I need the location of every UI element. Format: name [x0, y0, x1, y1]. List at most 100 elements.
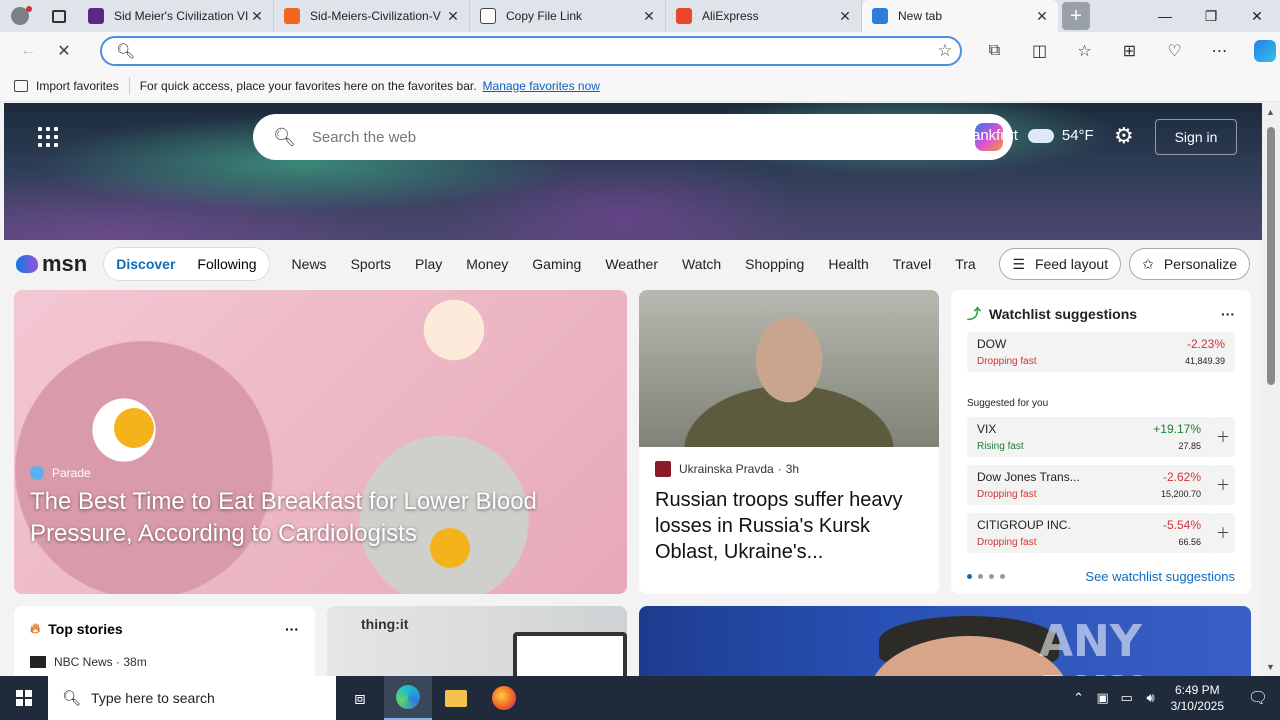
tab-following[interactable]: Following — [197, 256, 256, 272]
browser-tab[interactable]: Copy File Link ✕ — [470, 0, 666, 32]
device-icon[interactable]: ▣ — [1091, 690, 1115, 706]
side-story-card[interactable]: Ukrainska Pravda · 3h Russian troops suf… — [639, 290, 939, 594]
browser-tab[interactable]: AliExpress ✕ — [666, 0, 862, 32]
sign-in-button[interactable]: Sign in — [1155, 119, 1237, 155]
address-bar[interactable]: 🔍︎ ☆ — [100, 36, 962, 66]
profile-button[interactable] — [0, 0, 40, 32]
favorites-bar-message: For quick access, place your favorites h… — [139, 78, 477, 93]
add-to-watchlist-button[interactable]: ＋ — [1211, 513, 1235, 553]
tab-label: Sid-Meiers-Civilization-V — [310, 9, 441, 23]
category-link[interactable]: News — [280, 256, 339, 272]
scroll-up-icon[interactable]: ▲ — [1266, 107, 1275, 117]
more-options-icon[interactable]: ··· — [285, 621, 299, 637]
new-tab-button[interactable]: + — [1062, 2, 1090, 30]
stock-status: Rising fast — [977, 441, 1024, 452]
taskbar-search-placeholder: Type here to search — [91, 690, 215, 706]
volume-icon[interactable]: 🔊︎ — [1139, 690, 1163, 706]
taskbar-search[interactable]: 🔍︎ Type here to search — [48, 676, 336, 720]
import-favorites-button[interactable]: Import favorites — [0, 76, 130, 95]
browser-tab[interactable]: Sid-Meiers-Civilization-V ✕ — [274, 0, 470, 32]
split-screen-icon[interactable]: ◫ — [1017, 35, 1062, 67]
category-link[interactable]: Health — [816, 256, 880, 272]
feed-tabs: Discover Following — [103, 247, 270, 281]
feed-layout-button[interactable]: ☰ Feed layout — [999, 248, 1122, 280]
tab-discover[interactable]: Discover — [116, 256, 175, 272]
stock-card[interactable]: CITIGROUP INC. Dropping fast -5.54% 66.56 — [967, 513, 1211, 553]
top-stories-header: 🔥︎ Top stories ··· — [30, 620, 299, 637]
notification-center-icon[interactable]: 🗨︎ — [1236, 688, 1280, 708]
start-button[interactable] — [0, 676, 48, 720]
browser-essentials-icon[interactable]: ♡ — [1152, 35, 1197, 67]
category-link[interactable]: Gaming — [520, 256, 593, 272]
stock-row-dow[interactable]: DOW Dropping fast -2.23% 41,849.39 — [967, 332, 1235, 372]
category-link[interactable]: Tra — [943, 256, 987, 272]
close-tab-icon[interactable]: ✕ — [1034, 8, 1050, 25]
chevron-up-icon[interactable]: ⌃ — [1067, 690, 1091, 706]
scroll-down-icon[interactable]: ▼ — [1266, 662, 1275, 672]
personalize-button[interactable]: ✩ Personalize — [1129, 248, 1250, 280]
category-link[interactable]: Sports — [339, 256, 403, 272]
close-tab-icon[interactable]: ✕ — [641, 8, 657, 25]
promo-card[interactable]: thing:it — [327, 606, 627, 676]
video-story-card[interactable]: ANY RUN — [639, 606, 1251, 676]
add-to-watchlist-button[interactable]: ＋ — [1211, 465, 1235, 505]
tab-favicon-icon — [872, 8, 888, 24]
story-headline[interactable]: The Best Time to Eat Breakfast for Lower… — [30, 486, 610, 550]
network-icon[interactable]: ▭ — [1115, 690, 1139, 706]
clock[interactable]: 6:49 PM 3/10/2025 — [1171, 682, 1224, 714]
close-tab-icon[interactable]: ✕ — [837, 8, 853, 25]
category-link[interactable]: Weather — [593, 256, 670, 272]
browser-tab[interactable]: New tab ✕ — [862, 0, 1058, 32]
carousel-dots[interactable] — [967, 574, 1005, 579]
apps-launcher-icon[interactable] — [38, 127, 58, 147]
msn-logo[interactable]: msn — [16, 251, 87, 277]
suggested-stock-row[interactable]: VIX Rising fast +19.17% 27.85 ＋ — [967, 409, 1235, 457]
watchlist-card: ⤴ Watchlist suggestions ··· DOW Dropping… — [951, 290, 1251, 594]
tab-favicon-icon — [676, 8, 692, 24]
page-scrollbar[interactable]: ▲ ▼ — [1262, 103, 1280, 676]
copilot-icon[interactable] — [1242, 35, 1280, 67]
web-search-box[interactable]: 🔍︎ — [253, 114, 1013, 160]
category-link[interactable]: Money — [454, 256, 520, 272]
file-explorer-taskbar-button[interactable] — [432, 676, 480, 720]
suggested-stock-row[interactable]: Dow Jones Trans... Dropping fast -2.62% 15,… — [967, 457, 1235, 505]
navigation-bar: ← ✕ 🔍︎ ☆ ⧉ ◫ ☆ ⊞ ♡ ⋯ — [0, 32, 1280, 70]
hero-story-card[interactable]: Parade The Best Time to Eat Breakfast fo… — [14, 290, 627, 594]
firefox-taskbar-button[interactable] — [480, 676, 528, 720]
minimize-button[interactable]: — — [1142, 0, 1188, 32]
category-link[interactable]: Travel — [881, 256, 943, 272]
top-story-row[interactable]: NBC News · 38m — [30, 655, 299, 669]
back-button[interactable]: ← — [10, 35, 46, 67]
suggested-stock-row[interactable]: CITIGROUP INC. Dropping fast -5.54% 66.56 ＋ — [967, 505, 1235, 553]
stock-card[interactable]: Dow Jones Trans... Dropping fast -2.62% 15,… — [967, 465, 1211, 505]
manage-favorites-link[interactable]: Manage favorites now — [483, 79, 600, 93]
add-to-watchlist-button[interactable]: ＋ — [1211, 417, 1235, 457]
category-link[interactable]: Watch — [670, 256, 733, 272]
more-options-icon[interactable]: ··· — [1221, 306, 1235, 322]
favorites-icon[interactable]: ☆ — [1062, 35, 1107, 67]
browser-tab[interactable]: Sid Meier's Civilization VI ✕ — [78, 0, 274, 32]
category-link[interactable]: Play — [403, 256, 454, 272]
tab-actions-button[interactable] — [40, 0, 78, 32]
msn-butterfly-icon — [16, 255, 38, 273]
close-tab-icon[interactable]: ✕ — [249, 8, 265, 25]
collections-icon[interactable]: ⊞ — [1107, 35, 1152, 67]
task-view-icon[interactable]: ⧈ — [336, 676, 384, 720]
gear-icon[interactable]: ⚙ — [1114, 123, 1134, 149]
favorite-star-icon[interactable]: ☆ — [930, 41, 960, 61]
extensions-icon[interactable]: ⧉ — [972, 35, 1017, 67]
edge-taskbar-button[interactable] — [384, 676, 432, 720]
stock-card[interactable]: VIX Rising fast +19.17% 27.85 — [967, 417, 1211, 457]
stop-loading-button[interactable]: ✕ — [46, 35, 82, 67]
close-tab-icon[interactable]: ✕ — [445, 8, 461, 25]
category-link[interactable]: Shopping — [733, 256, 816, 272]
scrollbar-thumb[interactable] — [1267, 127, 1275, 385]
see-watchlist-link[interactable]: See watchlist suggestions — [1085, 569, 1235, 584]
weather-widget[interactable]: ankfurt 54°F — [972, 127, 1094, 144]
address-input[interactable] — [145, 43, 930, 59]
story-headline[interactable]: Russian troops suffer heavy losses in Ru… — [655, 487, 923, 565]
close-window-button[interactable]: ✕ — [1234, 0, 1280, 32]
web-search-input[interactable] — [311, 128, 975, 146]
restore-button[interactable]: ❐ — [1188, 0, 1234, 32]
settings-more-icon[interactable]: ⋯ — [1197, 35, 1242, 67]
